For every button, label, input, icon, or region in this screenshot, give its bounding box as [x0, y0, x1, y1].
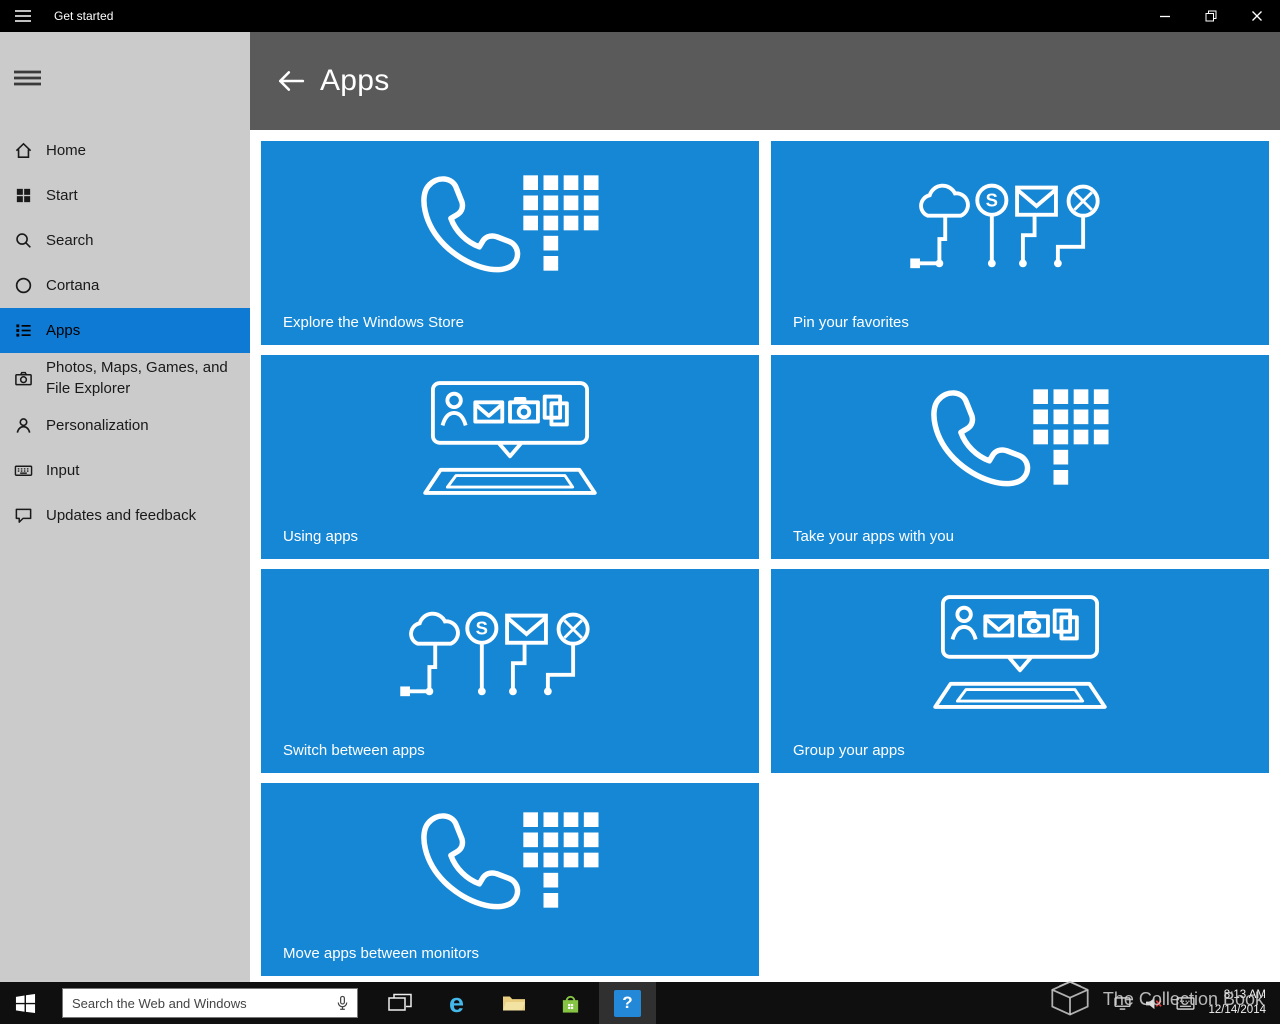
window-title: Get started — [54, 9, 114, 23]
store-bag-icon — [562, 995, 579, 1013]
page-header: Apps — [250, 32, 1280, 130]
sidebar-item-label: Start — [46, 187, 78, 204]
phone-dialpad-icon — [261, 789, 759, 930]
edge-icon: e — [448, 987, 465, 1018]
sidebar-item-personalization[interactable]: Personalization — [0, 403, 250, 448]
restore-button[interactable] — [1188, 0, 1234, 32]
sidebar-item-search[interactable]: Search — [0, 218, 250, 263]
sidebar-item-photos-maps-games[interactable]: Photos, Maps, Games, and File Explorer — [0, 353, 250, 403]
tile-using-apps[interactable]: Using apps — [261, 355, 759, 559]
task-view-icon — [387, 993, 412, 1011]
sidebar-item-label: Updates and feedback — [46, 507, 197, 524]
search-input[interactable] — [72, 995, 335, 1011]
titlebar: Get started — [0, 0, 1280, 32]
start-tiles-icon — [14, 186, 33, 205]
sidebar-item-label: Search — [46, 232, 94, 249]
tile-label: Move apps between monitors — [283, 945, 479, 962]
sidebar-nav: Home Start Search Cortana Apps Photos, M… — [0, 128, 250, 538]
keyboard-icon — [14, 461, 33, 480]
tile-grid: Explore the Windows Store Pin your favor… — [261, 141, 1269, 976]
sidebar: Home Start Search Cortana Apps Photos, M… — [0, 32, 250, 982]
folder-icon — [502, 996, 525, 1011]
get-started-app-button[interactable]: ? — [599, 982, 656, 1024]
device-apps-bubble-icon — [771, 575, 1269, 727]
feedback-bubble-icon — [14, 506, 33, 525]
tile-switch-between-apps[interactable]: Switch between apps — [261, 569, 759, 773]
help-question-icon: ? — [614, 989, 641, 1017]
person-icon — [14, 416, 33, 435]
touch-keyboard-icon[interactable] — [1176, 996, 1195, 1010]
tile-label: Group your apps — [793, 742, 905, 759]
taskbar-search-box[interactable] — [62, 988, 358, 1018]
sidebar-item-label: Cortana — [46, 277, 100, 294]
pinned-favorites-icon — [771, 147, 1269, 299]
sidebar-item-cortana[interactable]: Cortana — [0, 263, 250, 308]
sidebar-item-input[interactable]: Input — [0, 448, 250, 493]
edge-browser-button[interactable]: e — [428, 982, 485, 1024]
pinned-favorites-icon — [261, 575, 759, 727]
content-area: Explore the Windows Store Pin your favor… — [250, 130, 1280, 982]
tile-label: Explore the Windows Store — [283, 314, 464, 331]
tile-label: Using apps — [283, 528, 359, 545]
volume-muted-icon[interactable] — [1144, 996, 1163, 1011]
phone-dialpad-icon — [771, 361, 1269, 513]
sidebar-item-label: Personalization — [46, 417, 149, 434]
page-title: Apps — [320, 64, 390, 97]
sidebar-item-label: Home — [46, 142, 87, 159]
minimize-button[interactable] — [1142, 0, 1188, 32]
sidebar-item-label: Input — [46, 462, 80, 479]
device-apps-bubble-icon — [261, 361, 759, 513]
home-icon — [14, 141, 33, 160]
sidebar-item-updates-feedback[interactable]: Updates and feedback — [0, 493, 250, 538]
store-button[interactable] — [542, 982, 599, 1024]
taskbar-icons: e ? — [371, 982, 656, 1024]
sidebar-item-label: Photos, Maps, Games, and File Explorer — [46, 359, 228, 397]
sidebar-item-apps[interactable]: Apps — [0, 308, 250, 353]
sidebar-hamburger-icon[interactable] — [14, 70, 41, 86]
tile-take-your-apps-with-you[interactable]: Take your apps with you — [771, 355, 1269, 559]
sidebar-item-home[interactable]: Home — [0, 128, 250, 173]
windows-logo-icon — [15, 993, 35, 1013]
system-tray: 8:13 AM 12/14/2014 — [1114, 982, 1280, 1024]
close-button[interactable] — [1234, 0, 1280, 32]
back-button[interactable] — [270, 60, 312, 102]
apps-list-icon — [14, 321, 33, 340]
tile-move-apps-between-monitors[interactable]: Move apps between monitors — [261, 783, 759, 976]
phone-dialpad-icon — [261, 147, 759, 299]
camera-icon — [14, 369, 33, 388]
tile-label: Take your apps with you — [793, 528, 954, 545]
tile-label: Pin your favorites — [793, 314, 909, 331]
tile-explore-windows-store[interactable]: Explore the Windows Store — [261, 141, 759, 345]
tray-display-icon[interactable] — [1114, 996, 1132, 1010]
task-view-button[interactable] — [371, 982, 428, 1024]
tile-group-your-apps[interactable]: Group your apps — [771, 569, 1269, 773]
clock-date: 12/14/2014 — [1208, 1004, 1266, 1016]
cortana-circle-icon — [14, 276, 33, 295]
microphone-icon[interactable] — [335, 995, 350, 1011]
tile-pin-your-favorites[interactable]: Pin your favorites — [771, 141, 1269, 345]
search-icon — [14, 231, 33, 250]
sidebar-item-start[interactable]: Start — [0, 173, 250, 218]
taskbar-clock[interactable]: 8:13 AM 12/14/2014 — [1208, 988, 1266, 1018]
start-button[interactable] — [0, 982, 50, 1024]
taskbar: e ? 8:13 AM 12/14/2014 — [0, 982, 1280, 1024]
tile-label: Switch between apps — [283, 742, 425, 759]
sidebar-item-label: Apps — [46, 322, 81, 339]
titlebar-hamburger-icon[interactable] — [0, 0, 46, 32]
clock-time: 8:13 AM — [1223, 989, 1266, 1002]
file-explorer-button[interactable] — [485, 982, 542, 1024]
